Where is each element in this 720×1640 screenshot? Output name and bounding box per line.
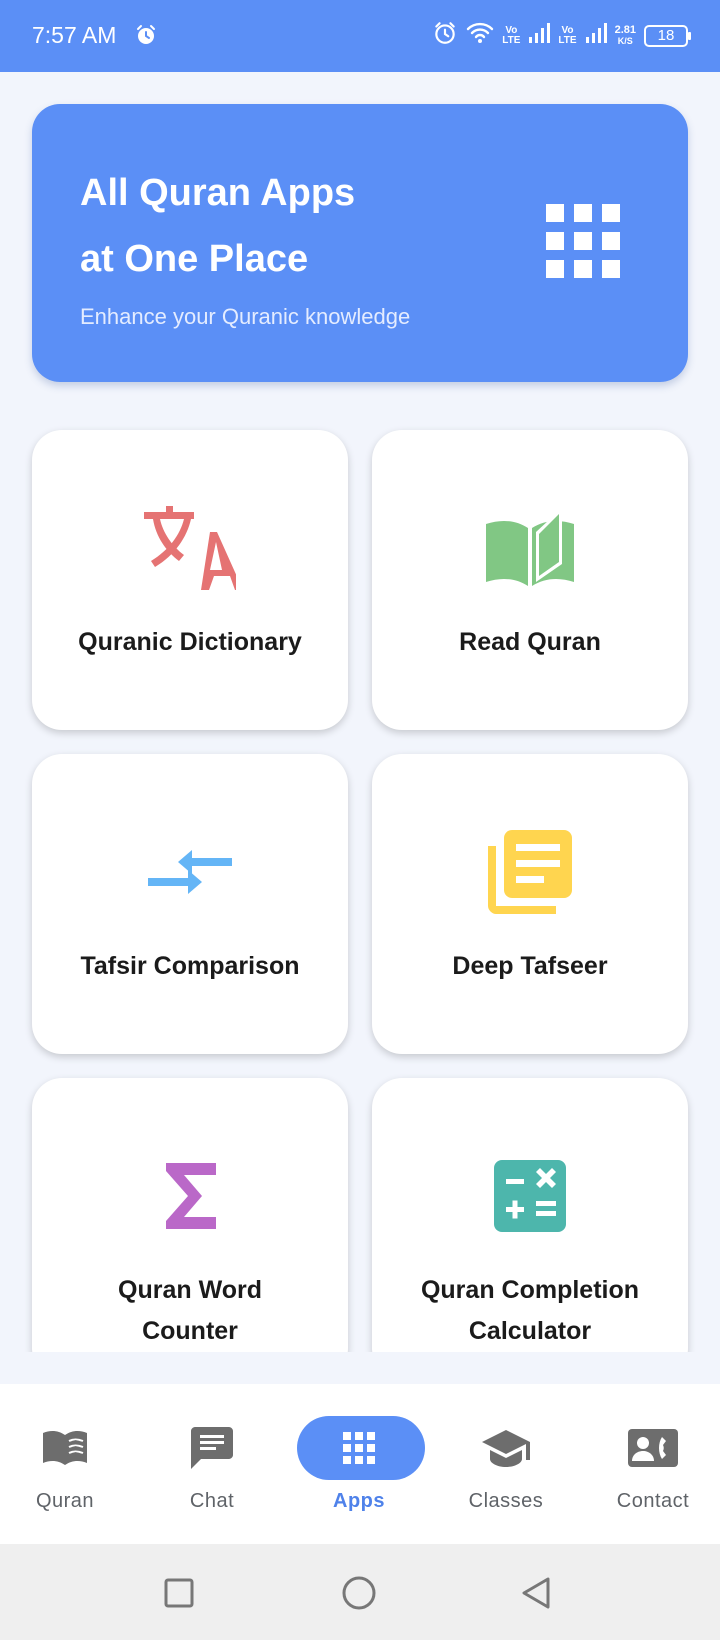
compare-arrows-icon [32,828,348,916]
battery-icon: 18 [644,24,691,47]
chat-icon [147,1426,277,1470]
app-card-label: Read Quran [459,628,601,656]
apps-grid-icon [546,204,620,278]
signal-icon [528,22,551,49]
nav-item-contact[interactable]: Contact [588,1410,718,1520]
apps-grid: Quranic Dictionary Read Quran Tafsir Com… [0,400,720,1352]
translate-icon [32,504,348,592]
app-card-quranic-dictionary[interactable]: Quranic Dictionary [32,430,348,730]
app-card-tafsir-comparison[interactable]: Tafsir Comparison [32,754,348,1054]
alarm-icon [432,20,458,51]
back-button[interactable] [520,1576,552,1615]
wifi-icon [466,21,494,50]
book-icon [0,1426,130,1470]
open-book-icon [372,504,688,592]
alarm-icon [134,23,158,52]
app-card-label: Quran Completion Calculator [420,1276,640,1345]
hero-banner: All Quran Apps at One Place Enhance your… [32,104,688,382]
nav-item-apps[interactable]: Apps [294,1410,425,1520]
hero-title: All Quran Apps at One Place [80,172,356,280]
nav-label: Chat [189,1490,235,1512]
volte-indicator-1: Vo LTE [502,24,521,46]
hero-subtitle: Enhance your Quranic knowledge [80,304,411,329]
library-books-icon [372,828,688,916]
system-navigation-bar [0,1544,720,1640]
sigma-icon [32,1152,348,1240]
home-button[interactable] [342,1576,376,1615]
school-icon [441,1426,571,1470]
status-time: 7:57 AM [32,22,117,48]
nav-item-chat[interactable]: Chat [147,1410,277,1520]
apps-icon [294,1426,424,1470]
status-icons: Vo LTE Vo LTE 2.81 K/S 18 [432,20,691,51]
nav-label: Quran [35,1490,95,1512]
nav-item-quran[interactable]: Quran [0,1410,130,1520]
app-card-label: Deep Tafseer [452,952,608,980]
recent-apps-button[interactable] [164,1578,194,1613]
app-card-deep-tafseer[interactable]: Deep Tafseer [372,754,688,1054]
app-card-quran-word-counter[interactable]: Quran Word Counter [32,1078,348,1352]
network-speed: 2.81 K/S [614,23,636,46]
bottom-navigation: Quran Chat Apps Classes Contact [0,1384,720,1544]
nav-label: Apps [333,1490,385,1512]
app-card-quran-completion-calculator[interactable]: Quran Completion Calculator [372,1078,688,1352]
status-bar: 7:57 AM Vo LTE Vo LTE 2.81 K/S 18 [0,0,720,72]
app-card-read-quran[interactable]: Read Quran [372,430,688,730]
contact-phone-icon [588,1426,718,1470]
app-card-label: Tafsir Comparison [80,952,300,980]
signal-icon [585,22,607,49]
nav-item-classes[interactable]: Classes [441,1410,571,1520]
volte-indicator-2: Vo LTE [558,24,577,46]
nav-label: Classes [468,1490,544,1512]
app-card-label: Quranic Dictionary [78,628,302,656]
nav-label: Contact [616,1490,690,1512]
calculator-icon [372,1152,688,1240]
app-card-label: Quran Word Counter [118,1276,262,1345]
